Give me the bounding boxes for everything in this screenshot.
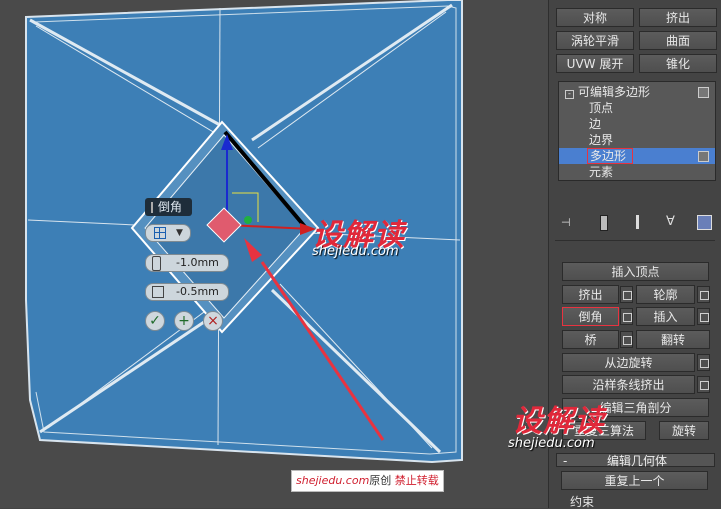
- insert-vertex-button[interactable]: 插入顶点: [562, 262, 709, 281]
- turbosmooth-button[interactable]: 涡轮平滑: [556, 31, 634, 50]
- visibility-icon[interactable]: [698, 151, 709, 162]
- height-icon: [152, 256, 161, 271]
- outline-button[interactable]: 轮廓: [636, 285, 695, 304]
- extrude-along-spline-button[interactable]: 沿样条线挤出: [562, 375, 695, 394]
- pin-stack-icon[interactable]: ⊣: [561, 216, 575, 229]
- bevel-height-field[interactable]: -1.0mm: [145, 254, 229, 272]
- taper-button[interactable]: 锥化: [639, 54, 717, 73]
- footer-ban: 禁止转载: [394, 474, 439, 487]
- caddy-icon: [151, 202, 154, 213]
- ok-button[interactable]: ✓: [145, 311, 165, 331]
- viewport[interactable]: 倒角 ▼ -1.0mm -0.5mm ✓ + × 设解读 shejiedu.co…: [0, 0, 548, 508]
- extrude-spline-settings-button[interactable]: [697, 376, 710, 393]
- uvw-unwrap-button[interactable]: UVW 展开: [556, 54, 634, 73]
- hinge-from-edge-button[interactable]: 从边旋转: [562, 353, 695, 372]
- symmetry-button[interactable]: 对称: [556, 8, 634, 27]
- turn-button[interactable]: 旋转: [659, 421, 709, 440]
- apply-button[interactable]: +: [174, 311, 194, 331]
- stack-item-polygon-label: 多边形: [587, 148, 634, 164]
- cancel-button[interactable]: ×: [203, 311, 223, 331]
- stack-root[interactable]: - 可编辑多边形: [559, 84, 715, 100]
- bevel-button[interactable]: 倒角: [562, 307, 619, 326]
- rollout-title: 编辑几何体: [607, 454, 668, 468]
- bridge-button[interactable]: 桥: [562, 330, 619, 349]
- surface-button[interactable]: 曲面: [639, 31, 717, 50]
- bevel-outline-value: -0.5mm: [176, 285, 219, 298]
- gizmo-y-handle: [244, 216, 252, 224]
- bevel-outline-field[interactable]: -0.5mm: [145, 283, 229, 301]
- inset-settings-button[interactable]: [697, 308, 710, 325]
- inset-button[interactable]: 插入: [636, 307, 695, 326]
- outline-icon: [152, 286, 164, 298]
- stack-item-vertex[interactable]: 顶点: [559, 100, 715, 116]
- bridge-settings-button[interactable]: [620, 331, 633, 348]
- watermark-logo-2: 设解读: [512, 404, 605, 439]
- extrude-mod-button[interactable]: 挤出: [639, 8, 717, 27]
- footer-site: shejiedu.com: [296, 474, 370, 487]
- bevel-settings-button[interactable]: [620, 308, 633, 325]
- hinge-settings-button[interactable]: [697, 354, 710, 371]
- remove-modifier-icon[interactable]: ∀: [666, 214, 675, 229]
- show-end-result-icon[interactable]: [600, 215, 608, 231]
- stack-item-polygon[interactable]: 多边形: [559, 148, 715, 164]
- edit-geometry-rollout-header[interactable]: - 编辑几何体: [556, 453, 715, 468]
- footer-orig: 原创: [369, 474, 392, 487]
- bevel-caddy-title: 倒角: [145, 198, 193, 216]
- rollout-collapse-sign: -: [563, 454, 568, 468]
- flip-button[interactable]: 翻转: [636, 330, 710, 349]
- make-unique-icon[interactable]: [636, 215, 639, 229]
- bevel-type-dropdown[interactable]: ▼: [145, 224, 191, 242]
- panel-divider: [555, 240, 715, 241]
- extrude-button[interactable]: 挤出: [562, 285, 619, 304]
- watermark-url: shejiedu.com: [312, 244, 399, 259]
- configure-modifier-icon[interactable]: [697, 215, 712, 230]
- stack-item-border[interactable]: 边界: [559, 132, 715, 148]
- constraints-label: 约束: [570, 495, 595, 509]
- visibility-icon[interactable]: [698, 87, 709, 98]
- modifier-stack[interactable]: - 可编辑多边形 顶点 边 边界 多边形 元素: [558, 81, 716, 181]
- chevron-down-icon: ▼: [176, 228, 183, 238]
- bevel-height-value: -1.0mm: [176, 256, 219, 269]
- grid-icon: [154, 227, 166, 239]
- repeat-last-button[interactable]: 重复上一个: [561, 471, 708, 490]
- footer-watermark: shejiedu.com原创 禁止转载: [291, 470, 444, 492]
- caddy-title-text: 倒角: [158, 200, 183, 214]
- watermark-url-2: shejiedu.com: [508, 436, 595, 451]
- stack-root-label: 可编辑多边形: [578, 85, 651, 99]
- collapse-icon[interactable]: -: [565, 90, 574, 99]
- extrude-settings-button[interactable]: [620, 286, 633, 303]
- stack-item-element[interactable]: 元素: [559, 164, 715, 180]
- stack-item-edge[interactable]: 边: [559, 116, 715, 132]
- mesh-viewport-svg[interactable]: [0, 0, 548, 508]
- outline-settings-button[interactable]: [697, 286, 710, 303]
